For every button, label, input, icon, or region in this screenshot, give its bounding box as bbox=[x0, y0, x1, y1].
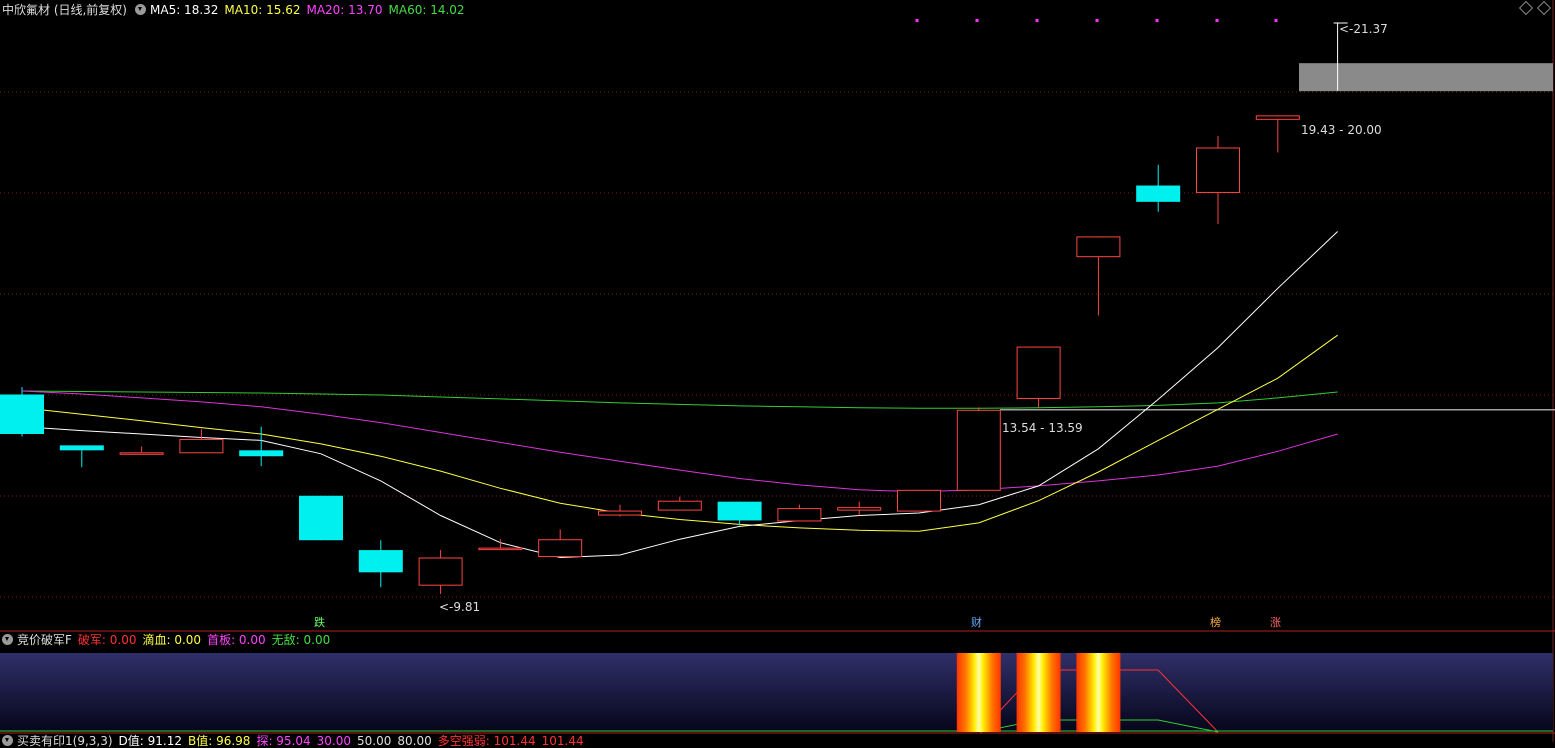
zone-lower-label: 13.54 - 13.59 bbox=[1002, 421, 1083, 435]
marker-dot bbox=[1095, 19, 1099, 22]
pojun-value: 破军: 0.00 bbox=[77, 633, 137, 647]
high-label: <-21.37 bbox=[1339, 22, 1388, 36]
ma60-value: MA60: 14.02 bbox=[388, 3, 465, 17]
marker-dot bbox=[1215, 19, 1219, 22]
candle-body bbox=[179, 438, 224, 454]
v30-value: 30.00 bbox=[316, 734, 352, 748]
candle-body bbox=[1076, 236, 1121, 258]
candle-body bbox=[657, 500, 702, 511]
candle-body bbox=[897, 489, 941, 512]
sub-panel-bg bbox=[0, 653, 1553, 732]
ma5-value: MA5: 18.32 bbox=[150, 3, 219, 17]
candle-body bbox=[358, 550, 403, 573]
sub-panel-header: 竞价破军F 破军: 0.00 滴血: 0.00 首板: 0.00 无敌: 0.00 bbox=[2, 631, 336, 649]
candle bbox=[717, 501, 762, 526]
ma10-value: MA10: 15.62 bbox=[224, 3, 301, 17]
candle-body bbox=[418, 557, 463, 586]
candle bbox=[538, 529, 583, 558]
marker-dot bbox=[975, 19, 979, 22]
candle bbox=[837, 501, 882, 516]
candle-body bbox=[1196, 147, 1240, 193]
sub-bar bbox=[1016, 653, 1061, 732]
candle bbox=[1016, 346, 1061, 408]
candle-body bbox=[717, 501, 762, 521]
sub-title[interactable]: 竞价破军F bbox=[17, 633, 72, 647]
candle bbox=[1196, 136, 1240, 225]
candle-body bbox=[119, 452, 164, 455]
bottom-title[interactable]: 买卖有印1(9,3,3) bbox=[17, 734, 113, 748]
shouban-value: 首板: 0.00 bbox=[207, 633, 266, 647]
signal-list[interactable]: 榜 bbox=[1210, 616, 1221, 629]
candle bbox=[1136, 164, 1181, 212]
dropdown-icon[interactable] bbox=[2, 735, 13, 746]
v80-value: 80.00 bbox=[397, 734, 432, 748]
candle-body bbox=[538, 539, 583, 558]
sub-bar bbox=[956, 653, 1001, 732]
d-value: D值: 91.12 bbox=[118, 734, 182, 748]
chart-header: 中欣氟材 (日线,前复权) MA5: 18.32 MA10: 15.62 MA20: … bbox=[2, 1, 471, 19]
wudi-value: 无敌: 0.00 bbox=[271, 633, 331, 647]
candle bbox=[1255, 115, 1300, 153]
b-value: B值: 96.98 bbox=[188, 734, 251, 748]
marker-dot bbox=[1035, 19, 1039, 22]
candle bbox=[119, 446, 164, 455]
candle-body bbox=[478, 547, 523, 551]
dixue-value: 滴血: 0.00 bbox=[142, 633, 202, 647]
candle-body bbox=[239, 450, 284, 457]
candle-body bbox=[837, 507, 882, 511]
candle bbox=[59, 445, 104, 468]
candle-body bbox=[598, 510, 642, 516]
signal-rise[interactable]: 涨 bbox=[1270, 616, 1281, 629]
stock-title[interactable]: 中欣氟材 (日线,前复权) bbox=[2, 3, 127, 17]
marker-dot bbox=[1155, 19, 1159, 22]
bottom-value: 探: 95.04 bbox=[256, 734, 311, 748]
ma20-value: MA20: 13.70 bbox=[306, 3, 383, 17]
marker-dot bbox=[1274, 19, 1278, 22]
signal-fall[interactable]: 跌 bbox=[314, 616, 325, 629]
candle-body bbox=[59, 445, 104, 451]
candle bbox=[657, 496, 702, 511]
zone-upper-label: 19.43 - 20.00 bbox=[1301, 123, 1382, 137]
low-label: <-9.81 bbox=[439, 600, 481, 614]
candle bbox=[1076, 236, 1121, 316]
v50-value: 50.00 bbox=[357, 734, 392, 748]
candle bbox=[179, 429, 224, 454]
val-value: 101.44 bbox=[541, 734, 584, 748]
candle bbox=[0, 387, 44, 437]
candle bbox=[299, 495, 343, 541]
candle-body bbox=[0, 394, 44, 435]
candle-body bbox=[956, 409, 1001, 491]
dir-value: 多空强弱: 101.44 bbox=[437, 734, 536, 748]
candle bbox=[777, 504, 822, 522]
signal-finance[interactable]: 财 bbox=[971, 616, 982, 629]
ma60-line bbox=[21, 390, 1338, 409]
candle-body bbox=[1136, 185, 1181, 202]
candle bbox=[358, 540, 403, 588]
sub-bar bbox=[1076, 653, 1121, 732]
candle-body bbox=[1016, 346, 1061, 399]
candle bbox=[897, 489, 941, 512]
marker-dot bbox=[915, 19, 919, 22]
candle bbox=[956, 407, 1001, 491]
candle-body bbox=[777, 508, 822, 522]
dropdown-icon[interactable] bbox=[135, 4, 146, 15]
dropdown-icon[interactable] bbox=[2, 634, 13, 645]
candle-body bbox=[299, 495, 343, 541]
candle bbox=[418, 550, 463, 595]
candle bbox=[478, 539, 523, 551]
bottom-panel-header: 买卖有印1(9,3,3) D值: 91.12 B值: 96.98 探: 95.04 30… bbox=[2, 734, 590, 748]
candle-body bbox=[1255, 115, 1300, 120]
